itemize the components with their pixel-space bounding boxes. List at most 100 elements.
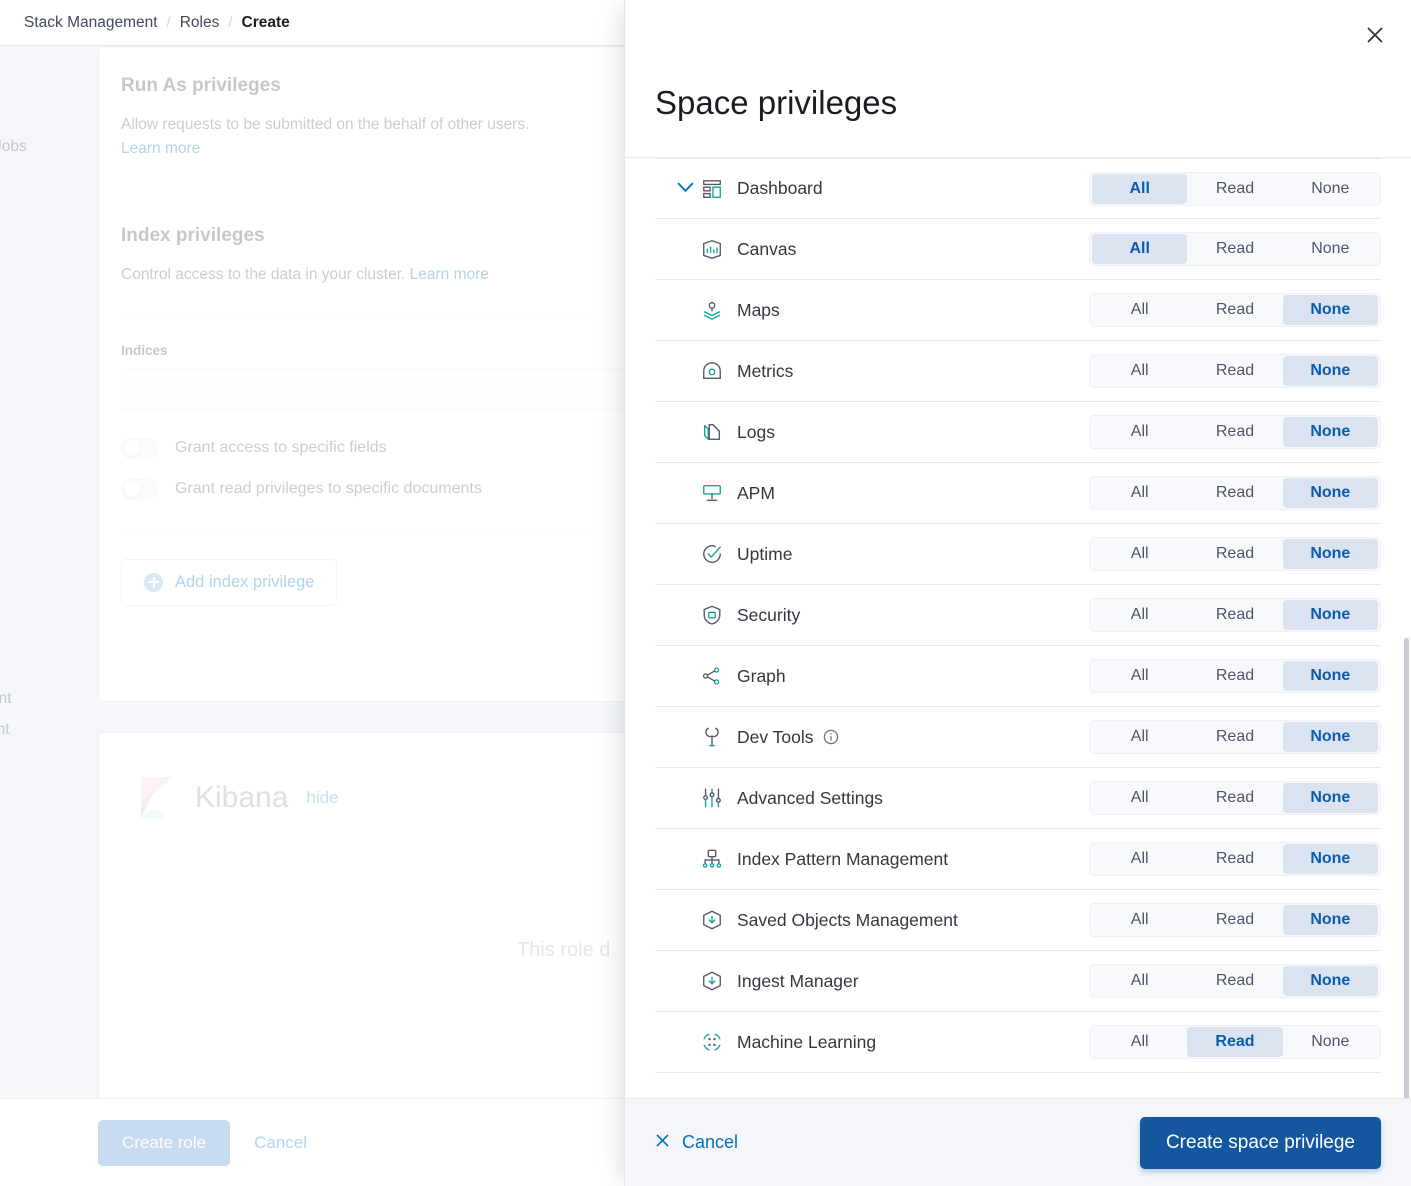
privilege-option-all[interactable]: All [1092, 1027, 1187, 1057]
breadcrumb-item-roles[interactable]: Roles [180, 14, 220, 32]
feature-privilege-row: Logs All Read None [655, 402, 1381, 463]
machine-learning-icon [701, 1031, 723, 1053]
privilege-option-read[interactable]: Read [1187, 722, 1282, 752]
feature-row-left: Advanced Settings [655, 787, 1089, 809]
feature-name-label: Graph [737, 665, 786, 686]
privilege-segmented-control: All Read None [1089, 598, 1381, 632]
space-privileges-flyout: Space privileges Dashboard All Read None Can… [624, 0, 1411, 1186]
privilege-option-read[interactable]: Read [1187, 600, 1282, 630]
privilege-option-all[interactable]: All [1092, 173, 1188, 204]
privilege-option-none[interactable]: None [1283, 234, 1378, 264]
privilege-option-none[interactable]: None [1282, 600, 1378, 630]
privilege-option-all[interactable]: All [1092, 539, 1187, 569]
add-index-privilege-button[interactable]: Add index privilege [121, 558, 338, 606]
privilege-option-none[interactable]: None [1282, 661, 1378, 691]
privilege-option-none[interactable]: None [1282, 722, 1378, 752]
wrench-icon [701, 726, 723, 748]
feature-privilege-row: Canvas All Read None [655, 219, 1381, 280]
privilege-segmented-control: All Read None [1089, 171, 1381, 206]
privilege-option-all[interactable]: All [1092, 722, 1187, 752]
kibana-hide-link[interactable]: hide [306, 788, 338, 808]
privilege-option-all[interactable]: All [1092, 600, 1187, 630]
breadcrumb-item-stack-management[interactable]: Stack Management [24, 14, 158, 32]
feature-privilege-row: Index Pattern Management All Read None [655, 829, 1381, 890]
cancel-role-link[interactable]: Cancel [254, 1133, 307, 1153]
privilege-option-all[interactable]: All [1092, 356, 1187, 386]
privilege-option-all[interactable]: All [1092, 295, 1187, 325]
privilege-option-read[interactable]: Read [1187, 1027, 1283, 1057]
info-icon[interactable] [823, 729, 839, 745]
privilege-option-none[interactable]: None [1282, 295, 1378, 325]
feature-privilege-row: Uptime All Read None [655, 524, 1381, 585]
flyout-scrollbar[interactable] [1404, 638, 1409, 1098]
run-as-privileges-description: Allow requests to be submitted on the be… [121, 116, 530, 133]
feature-row-left: Ingest Manager [655, 970, 1089, 992]
privilege-option-none[interactable]: None [1282, 783, 1378, 813]
privilege-option-read[interactable]: Read [1187, 661, 1282, 691]
close-flyout-button[interactable] [1353, 14, 1397, 58]
privilege-option-read[interactable]: Read [1187, 783, 1282, 813]
privilege-option-all[interactable]: All [1092, 478, 1187, 508]
feature-name-label: Canvas [737, 238, 797, 259]
privilege-option-read[interactable]: Read [1187, 539, 1282, 569]
privilege-option-read[interactable]: Read [1187, 234, 1282, 264]
privilege-option-none[interactable]: None [1282, 356, 1378, 386]
feature-privilege-row: APM All Read None [655, 463, 1381, 524]
cancel-button[interactable]: Cancel [655, 1132, 738, 1153]
index-privileges-learn-more-link[interactable]: Learn more [410, 266, 489, 283]
privilege-option-read[interactable]: Read [1187, 295, 1282, 325]
close-icon [1366, 26, 1384, 47]
privilege-option-read[interactable]: Read [1187, 844, 1282, 874]
privilege-option-none[interactable]: None [1282, 905, 1378, 935]
privilege-segmented-control: All Read None [1089, 354, 1381, 388]
feature-row-left: Maps [655, 299, 1089, 321]
privilege-option-read[interactable]: Read [1187, 966, 1282, 996]
privilege-option-all[interactable]: All [1092, 234, 1188, 264]
privilege-option-read[interactable]: Read [1187, 174, 1282, 204]
feature-row-left: APM [655, 482, 1089, 504]
create-role-button[interactable]: Create role [98, 1119, 231, 1166]
feature-row-left: Dev Tools [655, 726, 1089, 748]
graph-icon [701, 665, 723, 687]
create-space-privilege-button[interactable]: Create space privilege [1139, 1116, 1381, 1169]
chevron-down-icon [677, 180, 694, 198]
feature-name-label: Saved Objects Management [737, 909, 958, 930]
privilege-option-none[interactable]: None [1282, 417, 1378, 447]
privilege-option-none[interactable]: None [1282, 966, 1378, 996]
feature-row-left: Index Pattern Management [655, 848, 1089, 870]
app-screen: Stack Management / Roles / Create obs nt… [0, 0, 1411, 1186]
feature-privilege-row: Security All Read None [655, 585, 1381, 646]
privilege-option-all[interactable]: All [1092, 417, 1187, 447]
feature-privileges-list: Dashboard All Read None Canvas All Read None Map… [625, 158, 1411, 1073]
grant-documents-label: Grant read privileges to specific docume… [175, 480, 482, 498]
edge-text-partial-1: ent [0, 690, 12, 707]
privilege-option-none[interactable]: None [1282, 539, 1378, 569]
privilege-option-none[interactable]: None [1283, 1027, 1378, 1057]
privilege-option-all[interactable]: All [1092, 783, 1187, 813]
privilege-option-none[interactable]: None [1282, 844, 1378, 874]
grant-fields-toggle[interactable] [121, 437, 158, 459]
feature-name-label: Advanced Settings [737, 787, 883, 808]
privilege-segmented-control: All Read None [1089, 293, 1381, 327]
feature-name-label: Machine Learning [737, 1031, 877, 1052]
privilege-segmented-control: All Read None [1089, 659, 1381, 693]
privilege-option-read[interactable]: Read [1187, 356, 1282, 386]
grant-documents-toggle[interactable] [121, 478, 158, 500]
run-as-learn-more-link[interactable]: Learn more [121, 140, 200, 157]
privilege-segmented-control: All Read None [1089, 537, 1381, 571]
privilege-option-none[interactable]: None [1283, 174, 1378, 204]
privilege-option-all[interactable]: All [1092, 966, 1187, 996]
plus-circle-icon [144, 572, 163, 592]
privilege-option-read[interactable]: Read [1187, 478, 1282, 508]
feature-name-label: Security [737, 604, 801, 625]
flyout-body[interactable]: Dashboard All Read None Canvas All Read None Map… [625, 158, 1411, 1098]
privilege-option-read[interactable]: Read [1187, 905, 1282, 935]
privilege-option-read[interactable]: Read [1187, 417, 1282, 447]
privilege-option-none[interactable]: None [1282, 478, 1378, 508]
expand-toggle-button[interactable] [655, 180, 701, 198]
privilege-option-all[interactable]: All [1092, 905, 1187, 935]
uptime-icon [701, 543, 723, 565]
privilege-option-all[interactable]: All [1092, 661, 1187, 691]
kibana-title: Kibana [195, 781, 289, 814]
privilege-option-all[interactable]: All [1092, 844, 1187, 874]
